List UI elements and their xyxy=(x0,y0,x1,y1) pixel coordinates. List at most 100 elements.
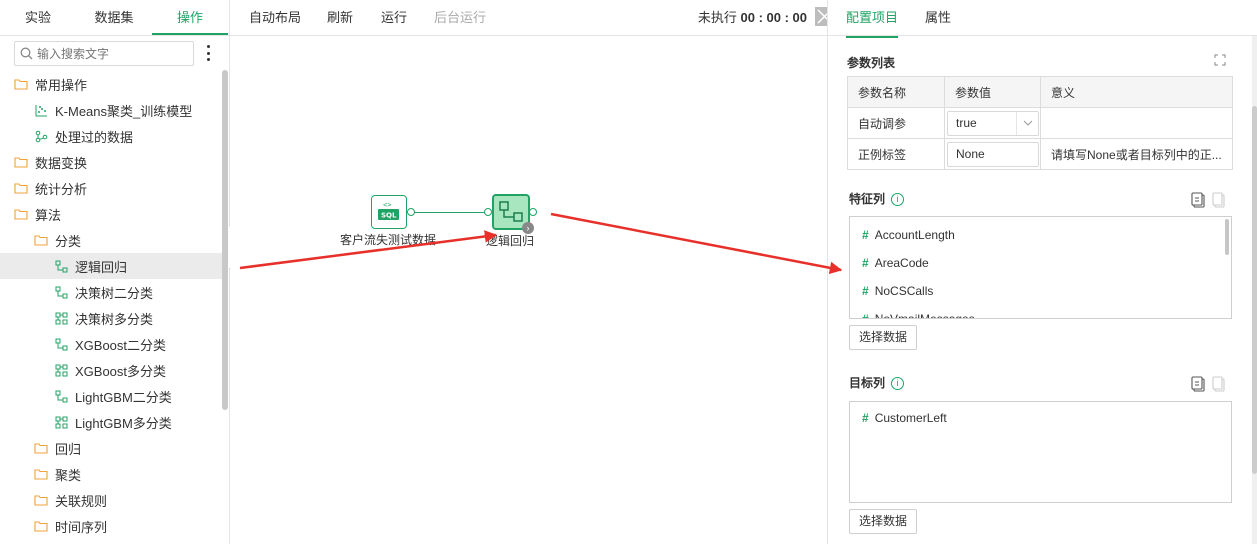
status-label: 未执行 xyxy=(697,10,737,25)
list-item[interactable]: # NoCSCalls xyxy=(850,277,1231,305)
info-icon[interactable]: i xyxy=(891,193,905,207)
tree-item-label: 决策树二分类 xyxy=(75,285,154,301)
column-name: AccountLength xyxy=(874,228,955,242)
tree-item[interactable]: LightGBM多分类 xyxy=(0,409,222,435)
branch-icon xyxy=(34,129,48,143)
tree-item[interactable]: 聚类 xyxy=(0,461,222,487)
numeric-type-icon: # xyxy=(862,228,869,242)
tree-item[interactable]: 决策树二分类 xyxy=(0,279,222,305)
workflow-canvas[interactable]: <> SQL › 客户流失测试数据 逻辑回归 xyxy=(230,37,827,544)
tree-item-label: XGBoost二分类 xyxy=(75,337,167,353)
search-box[interactable] xyxy=(14,41,194,66)
left-tabs: 实验 数据集 操作 xyxy=(0,0,229,36)
search-input[interactable] xyxy=(37,46,187,61)
copy-icon[interactable] xyxy=(1190,192,1226,208)
tab-dataset[interactable]: 数据集 xyxy=(76,0,152,35)
tree-model-icon xyxy=(54,337,68,351)
tree-item[interactable]: K-Means聚类_训练模型 xyxy=(0,97,222,123)
tree-item[interactable]: 常用操作 xyxy=(0,71,222,97)
tree-item[interactable]: 回归 xyxy=(0,435,222,461)
list-item[interactable]: # NoVmailMessages xyxy=(850,305,1231,319)
canvas-toolbar: 自动布局 刷新 运行 后台运行 未执行 00 : 00 : 00 xyxy=(230,0,827,36)
list-item[interactable]: # AreaCode xyxy=(850,249,1231,277)
numeric-type-icon: # xyxy=(862,312,869,319)
feature-columns-list[interactable]: # AccountLength # AreaCode # NoCSCalls # NoVmai… xyxy=(849,216,1232,319)
status-timer: 00 : 00 : 00 xyxy=(740,10,808,25)
svg-text:<>: <> xyxy=(383,201,391,209)
auto-tune-select[interactable]: true xyxy=(947,110,1039,136)
right-scrollbar[interactable] xyxy=(1252,36,1257,544)
info-icon[interactable]: i xyxy=(891,377,905,391)
column-name: AreaCode xyxy=(874,256,929,270)
features-section: 特征列 i xyxy=(849,190,905,207)
tree-item-label: 决策树多分类 xyxy=(75,311,154,327)
column-name: NoVmailMessages xyxy=(874,312,975,319)
param-meaning-cell xyxy=(1040,107,1233,139)
tree-item[interactable]: XGBoost多分类 xyxy=(0,357,222,383)
param-meaning-cell: 请填写None或者目标列中的正... xyxy=(1040,138,1233,170)
node-input-port[interactable] xyxy=(484,208,492,216)
target-column-list[interactable]: # CustomerLeft xyxy=(849,401,1232,503)
more-options-icon[interactable] xyxy=(204,45,212,61)
folder-icon xyxy=(34,441,48,455)
search-icon xyxy=(15,47,37,60)
tree-item[interactable]: 数据变换 xyxy=(0,149,222,175)
param-name-cell: 正例标签 xyxy=(847,138,945,170)
tree-item-label: XGBoost多分类 xyxy=(75,363,167,379)
tree-item[interactable]: 时间序列 xyxy=(0,513,222,539)
tree-item-label: 时间序列 xyxy=(55,519,108,535)
tree-item[interactable]: 分类 xyxy=(0,227,222,253)
multi-tree-model-icon xyxy=(54,311,68,325)
right-panel: 配置项目 属性 参数列表 参数名称 参数值 意义 自动调参 true 正例标签 … xyxy=(827,0,1257,544)
tab-properties[interactable]: 属性 xyxy=(925,0,951,36)
tree-item[interactable]: 决策树多分类 xyxy=(0,305,222,331)
select-features-button[interactable]: 选择数据 xyxy=(849,325,918,350)
select-target-button[interactable]: 选择数据 xyxy=(849,509,918,534)
tree-item-label: LightGBM多分类 xyxy=(75,415,172,431)
connection-edge[interactable] xyxy=(414,212,488,213)
tree-item[interactable]: 逻辑回归 xyxy=(0,253,222,279)
copy-icon[interactable] xyxy=(1190,376,1226,392)
node-sql-dataset[interactable]: <> SQL xyxy=(371,195,407,229)
background-run-button[interactable]: 后台运行 xyxy=(434,0,486,36)
left-panel: 实验 数据集 操作 常用操作 K-Means聚类_训练模型处理过的数据数据变换统计… xyxy=(0,0,230,544)
numeric-type-icon: # xyxy=(862,284,869,298)
list-item[interactable]: # AccountLength xyxy=(850,221,1231,249)
tab-operations[interactable]: 操作 xyxy=(152,0,228,35)
tree-item-label: 回归 xyxy=(55,441,82,457)
folder-icon xyxy=(34,467,48,481)
features-title: 特征列 xyxy=(849,192,886,206)
tree-item[interactable]: 关联规则 xyxy=(0,487,222,513)
list-scrollbar[interactable] xyxy=(1225,219,1229,255)
tree-item-label: 统计分析 xyxy=(35,181,88,197)
tree-item-label: K-Means聚类_训练模型 xyxy=(55,103,193,119)
tree-item[interactable]: 处理过的数据 xyxy=(0,123,222,149)
list-item[interactable]: # CustomerLeft xyxy=(850,404,1231,432)
header-param-value: 参数值 xyxy=(944,76,1041,108)
tree-item[interactable]: XGBoost二分类 xyxy=(0,331,222,357)
scatter-chart-icon xyxy=(34,103,48,117)
folder-icon xyxy=(14,181,28,195)
tree-model-icon xyxy=(54,285,68,299)
operations-tree: 常用操作 K-Means聚类_训练模型 处理过的数据数据变换统计分析算法 分类 逻辑回归… xyxy=(0,71,222,539)
header-param-name: 参数名称 xyxy=(847,76,945,108)
node-output-port[interactable] xyxy=(529,208,537,216)
target-section: 目标列 i xyxy=(849,374,905,391)
tree-item-label: 处理过的数据 xyxy=(55,129,134,145)
auto-layout-button[interactable]: 自动布局 xyxy=(249,0,301,36)
tab-experiment[interactable]: 实验 xyxy=(0,0,76,35)
left-scrollbar[interactable] xyxy=(222,70,228,410)
tree-item[interactable]: 算法 xyxy=(0,201,222,227)
positive-label-input[interactable]: None xyxy=(947,141,1039,167)
tree-item[interactable]: LightGBM二分类 xyxy=(0,383,222,409)
svg-text:SQL: SQL xyxy=(381,212,397,220)
tab-config[interactable]: 配置项目 xyxy=(846,0,899,38)
folder-icon xyxy=(14,155,28,169)
chevron-down-icon xyxy=(1016,111,1038,135)
tree-item[interactable]: 统计分析 xyxy=(0,175,222,201)
expand-icon[interactable] xyxy=(1214,54,1226,66)
tree-item-label: 常用操作 xyxy=(35,77,88,93)
node-lr-label: 逻辑回归 xyxy=(486,234,535,248)
refresh-button[interactable]: 刷新 xyxy=(327,0,353,36)
run-button[interactable]: 运行 xyxy=(381,0,407,36)
